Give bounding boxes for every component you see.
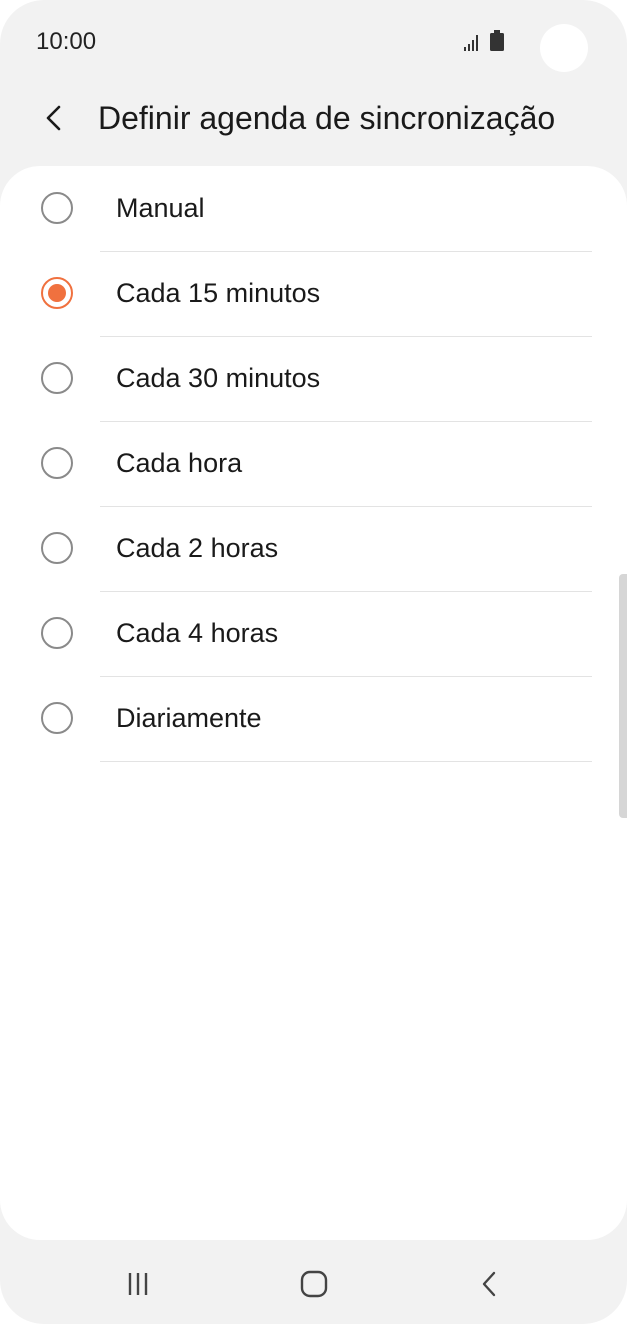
option-every-15-minutes[interactable]: Cada 15 minutos <box>0 252 627 337</box>
scrollbar[interactable] <box>619 574 627 818</box>
option-label: Cada 15 minutos <box>116 278 321 308</box>
option-daily[interactable]: Diariamente <box>0 677 627 762</box>
option-every-4-hours[interactable]: Cada 4 horas <box>0 592 627 677</box>
header: Definir agenda de sincronização <box>0 80 627 160</box>
option-every-hour[interactable]: Cada hora <box>0 422 627 507</box>
option-label: Cada 30 minutos <box>116 363 321 393</box>
option-label: Diariamente <box>116 703 262 733</box>
radio-button[interactable] <box>41 702 73 734</box>
page-title: Definir agenda de sincronização <box>98 100 556 136</box>
option-label: Cada 2 horas <box>116 533 279 563</box>
options-card: Manual Cada 15 minutos Cada 30 minutos C… <box>0 166 627 1240</box>
option-manual[interactable]: Manual <box>0 167 627 252</box>
divider <box>100 761 592 762</box>
nav-back-button[interactable] <box>461 1256 517 1312</box>
radio-button[interactable] <box>41 362 73 394</box>
recents-button[interactable] <box>110 1256 166 1312</box>
option-every-30-minutes[interactable]: Cada 30 minutos <box>0 337 627 422</box>
option-every-2-hours[interactable]: Cada 2 horas <box>0 507 627 592</box>
radio-button[interactable] <box>41 447 73 479</box>
back-button[interactable] <box>30 94 78 142</box>
home-icon <box>300 1270 328 1298</box>
status-time: 10:00 <box>36 28 97 55</box>
signal-icon <box>464 35 478 51</box>
home-button[interactable] <box>286 1256 342 1312</box>
radio-button-selected[interactable] <box>41 277 73 309</box>
radio-button[interactable] <box>41 192 73 224</box>
chevron-left-icon <box>46 105 61 131</box>
navigation-bar <box>0 1240 627 1324</box>
radio-button[interactable] <box>41 617 73 649</box>
phone-screen: 10:00 Definir agenda de sincronização Ma… <box>0 0 627 1324</box>
option-label: Manual <box>116 193 205 223</box>
back-icon <box>482 1271 496 1297</box>
option-label: Cada 4 horas <box>116 618 279 648</box>
battery-icon <box>490 30 504 51</box>
option-label: Cada hora <box>116 448 243 478</box>
status-bar: 10:00 <box>0 0 627 80</box>
radio-button[interactable] <box>41 532 73 564</box>
recents-icon <box>128 1273 148 1295</box>
camera-cutout <box>540 24 588 72</box>
sync-schedule-options: Manual Cada 15 minutos Cada 30 minutos C… <box>0 167 627 762</box>
